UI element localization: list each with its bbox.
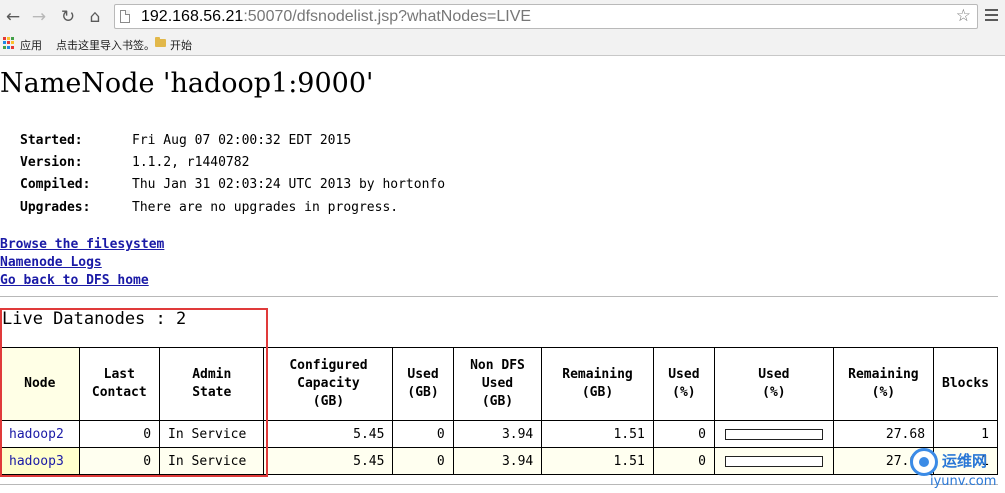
address-bar[interactable]: 192.168.56.21:50070/dfsnodelist.jsp?what… bbox=[114, 4, 978, 29]
usage-bar bbox=[724, 455, 823, 467]
table-row: hadoop2 0 In Service 5.45 0 3.94 1.51 0 … bbox=[0, 420, 998, 448]
info-key: Compiled: bbox=[20, 177, 91, 193]
browser-toolbar: ← → ↻ ⌂ 192.168.56.21:50070/dfsnodelist.… bbox=[0, 0, 1005, 32]
info-row-started: Started: Fri Aug 07 02:00:32 EDT 2015 bbox=[20, 129, 445, 151]
datanodes-table: Node Last Contact Admin State Configured Ca… bbox=[0, 347, 998, 475]
bookmark-import[interactable]: 点击这里导入书签。 bbox=[56, 37, 155, 53]
table-header-row: Node Last Contact Admin State Configured Ca… bbox=[0, 347, 998, 421]
watermark: 运维网 iyunv.com bbox=[910, 446, 1005, 493]
used-cell: 0 bbox=[392, 420, 454, 448]
info-value: 1.1.2, r1440782 bbox=[132, 154, 250, 170]
used-bar-cell bbox=[713, 447, 834, 475]
col-remaining-gb[interactable]: Remaining (GB) bbox=[541, 347, 654, 421]
col-non-dfs-used[interactable]: Non DFS Used (GB) bbox=[452, 347, 543, 421]
info-value: Fri Aug 07 02:00:32 EDT 2015 bbox=[132, 132, 352, 148]
watermark-logo-icon bbox=[910, 448, 938, 476]
col-last-contact[interactable]: Last Contact bbox=[78, 347, 161, 421]
blocks-cell: 1 bbox=[933, 420, 998, 448]
live-datanodes-heading: Live Datanodes : 2 bbox=[2, 309, 187, 329]
last-contact-cell: 0 bbox=[78, 447, 161, 475]
non-dfs-cell: 3.94 bbox=[452, 420, 543, 448]
namenode-info: Started: Fri Aug 07 02:00:32 EDT 2015 Ve… bbox=[20, 129, 445, 218]
table-row: hadoop3 0 In Service 5.45 0 3.94 1.51 0 … bbox=[0, 447, 998, 475]
divider-bottom bbox=[0, 484, 998, 485]
used-cell: 0 bbox=[392, 447, 454, 475]
watermark-title: 运维网 bbox=[942, 452, 988, 470]
info-key: Version: bbox=[20, 154, 83, 170]
used-pct-cell: 0 bbox=[652, 447, 715, 475]
col-used-pct-bar[interactable]: Used (%) bbox=[713, 347, 834, 421]
watermark-sub: iyunv.com bbox=[930, 474, 997, 489]
menu-icon[interactable] bbox=[983, 7, 999, 23]
dfs-home-link[interactable]: Go back to DFS home bbox=[0, 272, 164, 290]
reload-icon[interactable]: ↻ bbox=[57, 6, 79, 28]
url-host: 192.168.56.21 bbox=[141, 8, 244, 25]
info-row-compiled: Compiled: Thu Jan 31 02:03:24 UTC 2013 b… bbox=[20, 174, 445, 196]
info-key: Started: bbox=[20, 132, 83, 148]
last-contact-cell: 0 bbox=[78, 420, 161, 448]
forward-arrow-icon[interactable]: → bbox=[28, 6, 50, 28]
node-link[interactable]: hadoop2 bbox=[9, 427, 64, 442]
used-bar-cell bbox=[713, 420, 834, 448]
node-link[interactable]: hadoop3 bbox=[9, 454, 64, 469]
node-cell: hadoop3 bbox=[0, 447, 80, 475]
home-icon[interactable]: ⌂ bbox=[84, 6, 106, 28]
col-configured-capacity[interactable]: Configured Capacity (GB) bbox=[263, 347, 394, 421]
col-used-pct[interactable]: Used (%) bbox=[652, 347, 715, 421]
url-text[interactable]: 192.168.56.21:50070/dfsnodelist.jsp?what… bbox=[141, 7, 531, 27]
admin-state-cell: In Service bbox=[159, 447, 265, 475]
admin-state-cell: In Service bbox=[159, 420, 265, 448]
back-arrow-icon[interactable]: ← bbox=[2, 6, 24, 28]
remaining-cell: 1.51 bbox=[541, 420, 654, 448]
used-pct-cell: 0 bbox=[652, 420, 715, 448]
col-blocks[interactable]: Blocks bbox=[933, 347, 998, 421]
page-icon bbox=[120, 10, 130, 23]
info-value: Thu Jan 31 02:03:24 UTC 2013 by hortonfo bbox=[132, 177, 446, 193]
col-node[interactable]: Node bbox=[0, 347, 80, 421]
url-path: :50070/dfsnodelist.jsp?whatNodes=LIVE bbox=[243, 8, 532, 25]
browse-filesystem-link[interactable]: Browse the filesystem bbox=[0, 236, 164, 254]
bookmarks-bar: 应用 点击这里导入书签。 开始 bbox=[0, 32, 1005, 56]
bookmark-start[interactable]: 开始 bbox=[170, 37, 192, 53]
col-used-gb[interactable]: Used (GB) bbox=[392, 347, 454, 421]
info-row-upgrades: Upgrades: There are no upgrades in progr… bbox=[20, 196, 445, 218]
apps-icon[interactable] bbox=[3, 37, 15, 49]
capacity-cell: 5.45 bbox=[263, 420, 394, 448]
info-value: There are no upgrades in progress. bbox=[132, 199, 399, 215]
namenode-logs-link[interactable]: Namenode Logs bbox=[0, 254, 164, 272]
node-cell: hadoop2 bbox=[0, 420, 80, 448]
non-dfs-cell: 3.94 bbox=[452, 447, 543, 475]
info-key: Upgrades: bbox=[20, 199, 91, 215]
remaining-pct-cell: 27.68 bbox=[832, 420, 935, 448]
remaining-cell: 1.51 bbox=[541, 447, 654, 475]
col-admin-state[interactable]: Admin State bbox=[159, 347, 265, 421]
page-title: NameNode 'hadoop1:9000' bbox=[0, 68, 374, 99]
nav-links: Browse the filesystem Namenode Logs Go b… bbox=[0, 236, 164, 290]
folder-icon bbox=[155, 37, 166, 47]
col-remaining-pct[interactable]: Remaining (%) bbox=[832, 347, 935, 421]
capacity-cell: 5.45 bbox=[263, 447, 394, 475]
info-row-version: Version: 1.1.2, r1440782 bbox=[20, 151, 445, 173]
usage-bar bbox=[724, 428, 823, 440]
bookmark-star-icon[interactable]: ☆ bbox=[956, 6, 971, 26]
divider bbox=[0, 296, 998, 297]
bookmark-apps[interactable]: 应用 bbox=[20, 37, 42, 53]
